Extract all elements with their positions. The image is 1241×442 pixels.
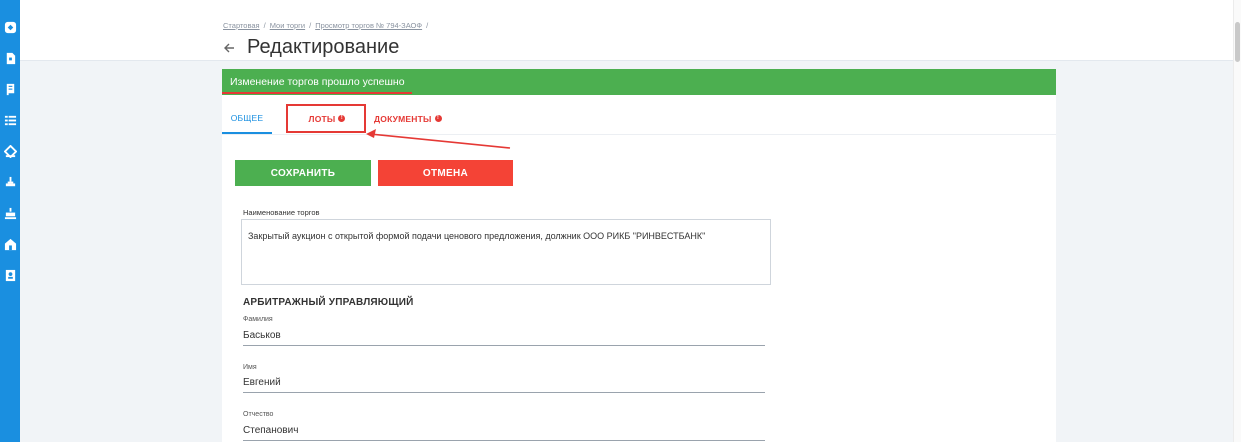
first-name-field[interactable]: Евгений	[243, 377, 765, 393]
scroll-icon[interactable]	[0, 74, 20, 105]
tab-general[interactable]: ОБЩЕЕ	[222, 103, 272, 134]
first-name-label: Имя	[243, 364, 257, 371]
annotation-underline	[222, 92, 412, 94]
tab-documents-label: ДОКУМЕНТЫ	[374, 113, 432, 124]
handshake-icon[interactable]	[0, 136, 20, 167]
success-alert-text: Изменение торгов прошло успешно	[230, 76, 405, 88]
auction-icon[interactable]	[0, 167, 20, 198]
breadcrumb-my-trades-link[interactable]: Мои торги	[270, 21, 305, 30]
title-row: Редактирование	[223, 36, 399, 59]
error-icon: !	[434, 115, 442, 122]
trade-name-label: Наименование торгов	[243, 208, 320, 217]
breadcrumb: Стартовая / Мои торги / Просмотр торгов …	[223, 21, 428, 30]
tab-lots-label: ЛОТЫ	[308, 113, 336, 124]
error-icon: !	[338, 115, 346, 122]
sidebar	[0, 0, 20, 442]
header-bar	[20, 0, 1233, 60]
tab-general-label: ОБЩЕЕ	[230, 112, 264, 123]
success-alert: Изменение торгов прошло успешно	[222, 69, 1056, 95]
page-title: Редактирование	[247, 36, 400, 58]
breadcrumb-view-trade-link[interactable]: Просмотр торгов № 794-ЗАОФ	[315, 21, 422, 30]
manager-section-title: АРБИТРАЖНЫЙ УПРАВЛЯЮЩИЙ	[243, 297, 414, 308]
tabs-bar: ОБЩЕЕ ЛОТЫ ! ДОКУМЕНТЫ !	[222, 103, 1056, 134]
tab-lots[interactable]: ЛОТЫ !	[288, 103, 366, 134]
cancel-button[interactable]: ОТМЕНА	[378, 160, 513, 186]
save-button[interactable]: СОХРАНИТЬ	[235, 160, 371, 186]
page-scrollbar[interactable]	[1233, 0, 1241, 442]
tab-documents[interactable]: ДОКУМЕНТЫ !	[374, 103, 474, 134]
patronymic-field[interactable]: Степанович	[243, 425, 765, 441]
home-icon[interactable]	[0, 12, 20, 43]
breadcrumb-separator: /	[426, 21, 429, 30]
scrollbar-thumb[interactable]	[1235, 22, 1240, 62]
back-arrow-icon[interactable]	[223, 42, 235, 54]
breadcrumb-separator: /	[309, 21, 312, 30]
contacts-icon[interactable]	[0, 260, 20, 291]
breadcrumb-separator: /	[263, 21, 266, 30]
document-icon[interactable]	[0, 43, 20, 74]
gavel-icon[interactable]	[0, 198, 20, 229]
breadcrumb-home-link[interactable]: Стартовая	[223, 21, 260, 30]
last-name-label: Фамилия	[243, 316, 273, 323]
last-name-field[interactable]: Баськов	[243, 330, 765, 346]
building-icon[interactable]	[0, 229, 20, 260]
patronymic-label: Отчество	[243, 411, 274, 418]
list-icon[interactable]	[0, 105, 20, 136]
trade-name-textarea[interactable]: Закрытый аукцион с открытой формой подач…	[241, 219, 771, 285]
tabs-divider	[222, 134, 1056, 135]
